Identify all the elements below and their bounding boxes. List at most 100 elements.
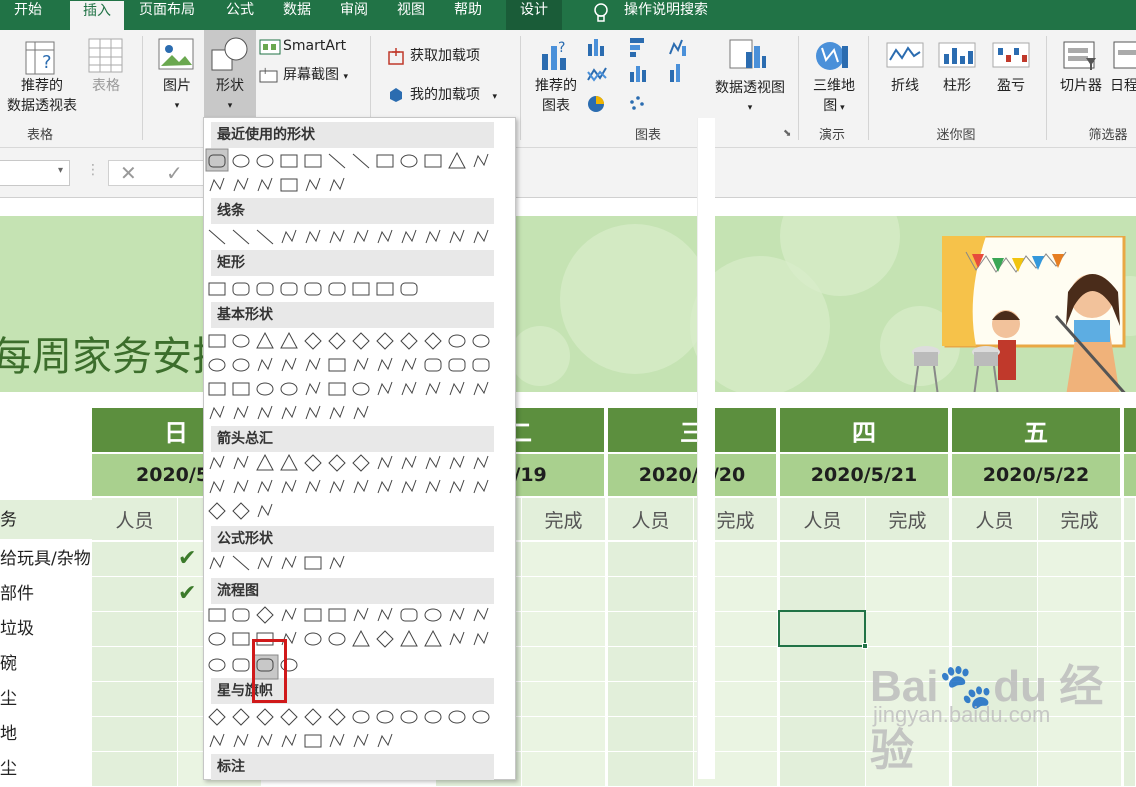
shape-item[interactable]: [329, 479, 345, 494]
shape-item[interactable]: [209, 177, 225, 192]
shape-item[interactable]: [449, 631, 465, 646]
shape-item[interactable]: [329, 405, 345, 420]
grid-cell[interactable]: [866, 577, 950, 612]
tab-page-layout[interactable]: 页面布局: [139, 0, 195, 30]
checkmark-icon[interactable]: ✔: [178, 546, 196, 571]
shape-item[interactable]: [424, 332, 442, 350]
shape-item[interactable]: [472, 710, 490, 724]
shape-item[interactable]: [448, 151, 466, 169]
screenshot-button[interactable]: 屏幕截图 ▾: [283, 65, 348, 87]
shape-item[interactable]: [208, 282, 226, 296]
shape-item[interactable]: [257, 555, 273, 570]
shape-item[interactable]: [401, 357, 417, 372]
shape-item[interactable]: [328, 358, 346, 372]
shape-item[interactable]: [208, 632, 226, 646]
grid-cell[interactable]: [952, 542, 1038, 577]
shape-item[interactable]: [208, 658, 226, 672]
shape-item[interactable]: [328, 153, 346, 169]
shape-item[interactable]: [376, 154, 394, 168]
shape-item[interactable]: [232, 229, 250, 245]
shape-item[interactable]: [472, 334, 490, 348]
shape-item[interactable]: [257, 177, 273, 192]
3d-map-button[interactable]: 三维地图 ▾: [806, 76, 862, 118]
shape-item[interactable]: [376, 282, 394, 296]
shape-item[interactable]: [376, 332, 394, 350]
grid-cell[interactable]: [780, 577, 866, 612]
shape-item[interactable]: [280, 178, 298, 192]
grid-cell[interactable]: [780, 682, 866, 717]
shape-item[interactable]: [353, 229, 369, 244]
shape-item[interactable]: [208, 382, 226, 396]
shape-item[interactable]: [304, 632, 322, 646]
shape-item[interactable]: [425, 479, 441, 494]
grid-cell[interactable]: [1124, 577, 1136, 612]
shape-item[interactable]: [209, 555, 225, 570]
shape-item[interactable]: [328, 382, 346, 396]
grid-cell[interactable]: [92, 542, 178, 577]
shape-item[interactable]: [208, 502, 226, 520]
tab-review[interactable]: 审阅: [340, 0, 368, 30]
shape-item[interactable]: [352, 282, 370, 296]
grid-cell[interactable]: [866, 612, 950, 647]
grid-cell[interactable]: [866, 542, 950, 577]
shape-item[interactable]: [256, 382, 274, 396]
shape-item[interactable]: [233, 177, 249, 192]
shape-item[interactable]: [281, 479, 297, 494]
shape-item[interactable]: [449, 607, 465, 622]
shape-item[interactable]: [232, 632, 250, 646]
shape-item[interactable]: [328, 608, 346, 622]
shape-item[interactable]: [281, 357, 297, 372]
grid-cell[interactable]: [92, 717, 178, 752]
shape-item[interactable]: [280, 382, 298, 396]
shape-item[interactable]: [352, 382, 370, 396]
my-addins-button[interactable]: 我的加载项 ▾: [410, 85, 497, 107]
shape-item[interactable]: [401, 479, 417, 494]
grid-cell[interactable]: [780, 647, 866, 682]
shape-item[interactable]: [352, 629, 370, 647]
shape-item[interactable]: [232, 334, 250, 348]
grid-cell[interactable]: [1038, 612, 1122, 647]
shape-item[interactable]: [329, 229, 345, 244]
shape-item[interactable]: [353, 607, 369, 622]
shape-item[interactable]: [473, 229, 489, 244]
shape-item[interactable]: [232, 708, 250, 726]
shape-item[interactable]: [232, 382, 250, 396]
recommended-pivot-button[interactable]: 推荐的 数据透视表: [4, 76, 80, 116]
shape-item[interactable]: [208, 334, 226, 348]
shape-item[interactable]: [376, 630, 394, 648]
shape-item[interactable]: [377, 381, 393, 396]
grid-cell[interactable]: [92, 647, 178, 682]
shape-item[interactable]: [232, 502, 250, 520]
shape-item[interactable]: [304, 154, 322, 168]
tell-me-search[interactable]: 操作说明搜索: [624, 0, 708, 30]
shape-item[interactable]: [400, 608, 418, 622]
grid-cell[interactable]: [92, 612, 178, 647]
shape-item[interactable]: [305, 357, 321, 372]
smartart-button[interactable]: SmartArt: [283, 36, 346, 56]
shape-item[interactable]: [305, 479, 321, 494]
confirm-icon[interactable]: ✓: [166, 161, 183, 185]
shape-item[interactable]: [328, 282, 346, 296]
shape-item[interactable]: [304, 556, 322, 570]
shape-item[interactable]: [257, 357, 273, 372]
shape-item[interactable]: [257, 479, 273, 494]
shape-item[interactable]: [305, 381, 321, 396]
shape-item[interactable]: [304, 608, 322, 622]
shape-item[interactable]: [256, 606, 274, 624]
shape-item[interactable]: [304, 332, 322, 350]
shape-item[interactable]: [281, 405, 297, 420]
shape-item[interactable]: [473, 153, 489, 168]
shape-item[interactable]: [281, 607, 297, 622]
shape-item[interactable]: [352, 332, 370, 350]
shape-item[interactable]: [377, 479, 393, 494]
grid-cell[interactable]: [952, 612, 1038, 647]
sparkline-winloss-button[interactable]: 盈亏: [988, 76, 1034, 96]
shape-item[interactable]: [449, 455, 465, 470]
shape-item[interactable]: [233, 405, 249, 420]
shape-item[interactable]: [400, 710, 418, 724]
tab-data[interactable]: 数据: [283, 0, 311, 30]
shape-item[interactable]: [353, 357, 369, 372]
shape-item[interactable]: [256, 453, 274, 471]
grid-cell[interactable]: [780, 717, 866, 752]
timeline-button[interactable]: 日程: [1110, 76, 1136, 96]
